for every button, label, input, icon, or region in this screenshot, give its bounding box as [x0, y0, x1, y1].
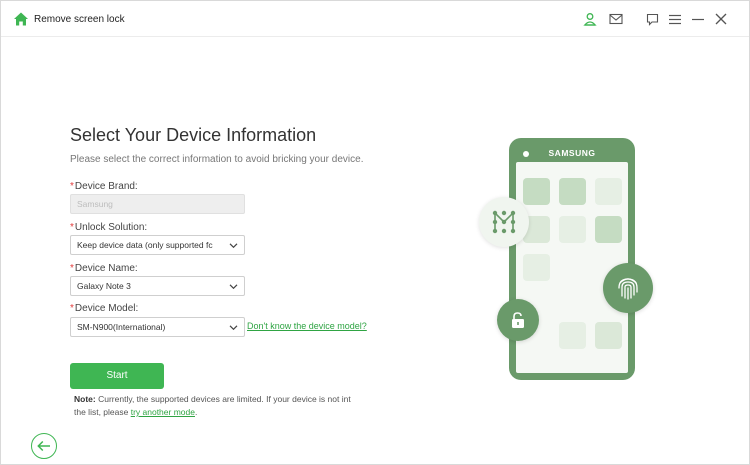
required-mark: *	[70, 263, 74, 274]
menu-icon[interactable]	[667, 11, 683, 27]
unlock-icon	[512, 312, 524, 328]
app-title: Remove screen lock	[34, 14, 125, 25]
note-suffix: .	[194, 407, 198, 417]
required-mark: *	[70, 181, 74, 192]
feedback-icon[interactable]	[644, 11, 660, 27]
chevron-down-icon	[229, 284, 238, 290]
fingerprint-icon	[618, 278, 638, 300]
note-text: Note: Currently, the supported devices a…	[74, 393, 364, 419]
user-icon[interactable]	[582, 11, 598, 27]
phone-illustration: SAMSUNG	[509, 138, 635, 380]
app-tile	[559, 322, 586, 349]
app-tile	[595, 178, 622, 205]
unlock-solution-label-text: Unlock Solution:	[74, 222, 148, 233]
app-tile	[523, 178, 550, 205]
unlock-bubble	[497, 299, 539, 341]
device-name-label-text: Device Name:	[74, 263, 138, 274]
device-brand-label: *Device Brand:	[70, 181, 138, 192]
device-name-select[interactable]: Galaxy Note 3	[70, 276, 245, 296]
device-model-value: SM-N900(International)	[77, 322, 166, 332]
device-name-value: Galaxy Note 3	[77, 281, 131, 291]
app-tile	[523, 254, 550, 281]
note-body: Currently, the supported devices are lim…	[74, 394, 351, 417]
arrow-left-icon	[37, 440, 50, 452]
unlock-solution-select[interactable]: Keep device data (only supported fc	[70, 235, 245, 255]
mail-icon[interactable]	[608, 11, 624, 27]
device-brand-value: Samsung	[77, 199, 113, 209]
required-mark: *	[70, 303, 74, 314]
minimize-icon[interactable]	[690, 11, 706, 27]
app-window: Remove screen lock Select Your Device In…	[0, 0, 750, 465]
device-brand-select: Samsung	[70, 194, 245, 214]
pattern-lock-bubble	[479, 197, 529, 247]
try-another-mode-link[interactable]: try another mode	[131, 407, 195, 417]
unlock-solution-label: *Unlock Solution:	[70, 222, 147, 233]
start-button[interactable]: Start	[70, 363, 164, 389]
fingerprint-bubble	[603, 263, 653, 313]
device-brand-label-text: Device Brand:	[74, 181, 138, 192]
page-subtitle: Please select the correct information to…	[70, 154, 364, 165]
title-bar: Remove screen lock	[1, 1, 749, 37]
device-model-label: *Device Model:	[70, 303, 138, 314]
device-name-label: *Device Name:	[70, 263, 138, 274]
note-prefix: Note:	[74, 394, 96, 404]
app-tile	[595, 322, 622, 349]
chevron-down-icon	[229, 325, 238, 331]
pattern-lock-icon	[492, 210, 516, 234]
phone-brand-text: SAMSUNG	[548, 148, 596, 158]
device-model-select[interactable]: SM-N900(International)	[70, 317, 245, 337]
home-icon[interactable]	[13, 11, 29, 27]
close-icon[interactable]	[713, 11, 729, 27]
chevron-down-icon	[229, 243, 238, 249]
device-model-label-text: Device Model:	[74, 303, 139, 314]
unlock-solution-value: Keep device data (only supported fc	[77, 240, 213, 250]
required-mark: *	[70, 222, 74, 233]
back-button[interactable]	[31, 433, 57, 459]
model-help-link[interactable]: Don't know the device model?	[247, 321, 367, 331]
app-tile	[559, 216, 586, 243]
phone-screen	[516, 162, 628, 373]
page-title: Select Your Device Information	[70, 125, 317, 145]
app-tile	[559, 178, 586, 205]
app-tile	[595, 216, 622, 243]
